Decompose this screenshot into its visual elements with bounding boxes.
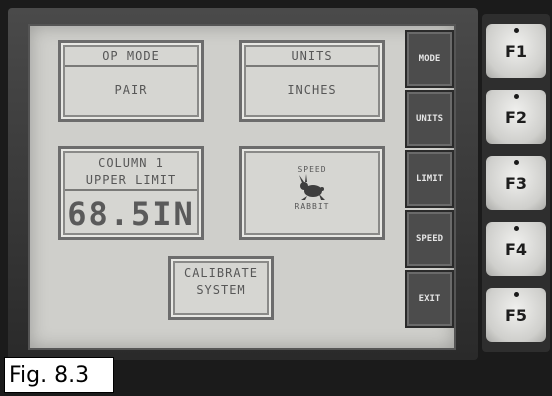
units-value: INCHES xyxy=(287,83,337,97)
calibrate-system-button[interactable]: CALIBRATE SYSTEM xyxy=(168,256,274,320)
softkey-speed[interactable]: SPEED xyxy=(405,210,454,268)
f2-indicator-icon xyxy=(514,94,519,99)
softkey-exit[interactable]: EXIT xyxy=(405,270,454,328)
f5-key-label: F5 xyxy=(504,305,528,325)
f4-key-label: F4 xyxy=(504,239,528,259)
speed-label: SPEED xyxy=(297,165,327,174)
f2-key-label: F2 xyxy=(504,107,528,127)
f4-indicator-icon xyxy=(514,226,519,231)
f1-indicator-icon xyxy=(514,28,519,33)
figure-caption: Fig. 8.3 xyxy=(4,357,114,393)
softkey-mode[interactable]: MODE xyxy=(405,30,454,88)
softkey-limit[interactable]: LIMIT xyxy=(405,150,454,208)
column-label-line2: UPPER LIMIT xyxy=(85,173,177,187)
f3-key[interactable]: F3 xyxy=(486,156,546,210)
f3-indicator-icon xyxy=(514,160,519,165)
speed-box[interactable]: SPEED RABBIT xyxy=(239,146,385,240)
column-limit-value: 68.5IN xyxy=(67,195,195,233)
softkey-units[interactable]: UNITS xyxy=(405,90,454,148)
f4-key[interactable]: F4 xyxy=(486,222,546,276)
column-label-line1: COLUMN 1 xyxy=(98,156,164,170)
speed-value: RABBIT xyxy=(294,202,330,211)
units-label: UNITS xyxy=(246,47,378,67)
column-label: COLUMN 1 UPPER LIMIT xyxy=(65,153,197,191)
units-box[interactable]: UNITS INCHES xyxy=(239,40,385,122)
rabbit-icon xyxy=(242,174,382,202)
lcd-screen: OP MODE PAIR UNITS INCHES COLUMN 1 UPPER… xyxy=(28,24,456,350)
calibrate-line2: SYSTEM xyxy=(196,283,246,297)
f1-key[interactable]: F1 xyxy=(486,24,546,78)
f3-key-label: F3 xyxy=(504,173,528,193)
calibrate-line1: CALIBRATE xyxy=(183,266,259,280)
function-key-panel: F1 F2 F3 F4 F5 xyxy=(482,14,550,352)
op-mode-label: OP MODE xyxy=(65,47,197,67)
f5-key[interactable]: F5 xyxy=(486,288,546,342)
op-mode-value: PAIR xyxy=(114,83,148,97)
f5-indicator-icon xyxy=(514,292,519,297)
f2-key[interactable]: F2 xyxy=(486,90,546,144)
column-limit-box[interactable]: COLUMN 1 UPPER LIMIT 68.5IN xyxy=(58,146,204,240)
op-mode-box[interactable]: OP MODE PAIR xyxy=(58,40,204,122)
f1-key-label: F1 xyxy=(504,41,528,61)
